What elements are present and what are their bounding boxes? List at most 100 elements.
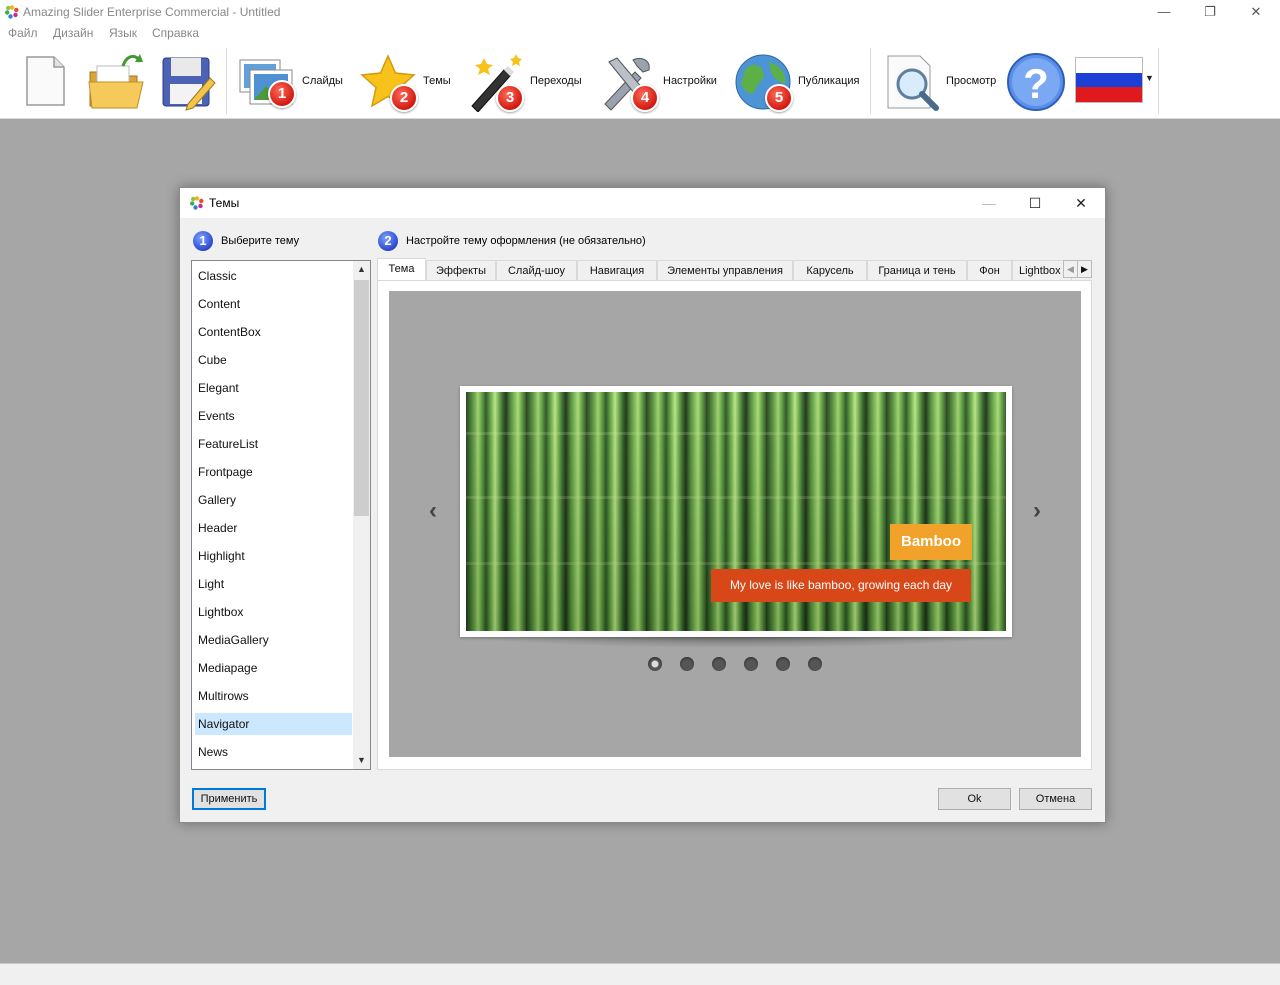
tab-border-shadow[interactable]: Граница и тень <box>867 260 967 281</box>
window-titlebar: Amazing Slider Enterprise Commercial - U… <box>0 0 1280 24</box>
app-logo-icon <box>5 5 19 19</box>
toolbar-separator <box>870 48 871 114</box>
step-badge-1: 1 <box>268 80 296 108</box>
minimize-button[interactable]: — <box>1141 0 1187 24</box>
themes-dialog: Темы — ☐ ✕ 1 Выберите тему 2 Настройте т… <box>179 187 1106 823</box>
dialog-close-button[interactable]: ✕ <box>1058 188 1104 218</box>
menu-help[interactable]: Справка <box>152 26 199 40</box>
menu-bar: Файл Дизайн Язык Справка <box>0 24 1280 42</box>
theme-list-item[interactable]: Elegant <box>195 377 352 399</box>
menu-language[interactable]: Язык <box>109 26 137 40</box>
ok-button[interactable]: Ok <box>938 788 1011 810</box>
apply-button[interactable]: Применить <box>192 788 266 810</box>
tab-controls[interactable]: Элементы управления <box>657 260 793 281</box>
tab-slideshow[interactable]: Слайд-шоу <box>496 260 577 281</box>
window-title: Amazing Slider Enterprise Commercial - U… <box>23 5 281 19</box>
scroll-down-arrow-icon[interactable]: ▼ <box>353 752 370 769</box>
slider-frame: Bamboo My love is like bamboo, growing e… <box>460 386 1012 637</box>
preview-button[interactable]: Просмотр <box>884 48 1000 114</box>
new-project-button[interactable] <box>22 48 70 114</box>
settings-button[interactable]: 4 Настройки <box>597 48 723 114</box>
tab-background[interactable]: Фон <box>967 260 1012 281</box>
theme-list[interactable]: Classic Content ContentBox Cube Elegant Event… <box>191 260 371 770</box>
theme-list-item[interactable]: Mediapage <box>195 657 352 679</box>
slider-bullet[interactable] <box>648 657 662 671</box>
slider-bullet[interactable] <box>712 657 726 671</box>
menu-design[interactable]: Дизайн <box>53 26 93 40</box>
theme-list-item[interactable]: News <box>195 741 352 763</box>
slider-preview-area: ‹ › Bamboo My love is like bamboo, growi… <box>389 291 1081 757</box>
tab-effects[interactable]: Эффекты <box>426 260 496 281</box>
slides-button[interactable]: 1 Слайды <box>236 48 346 114</box>
dialog-logo-icon <box>190 196 204 210</box>
step1-label: Выберите тему <box>221 235 300 247</box>
slide-caption-text: My love is like bamboo, growing each day <box>711 569 971 602</box>
theme-list-item[interactable]: Lightbox <box>195 601 352 623</box>
svg-text:?: ? <box>1023 60 1049 107</box>
open-folder-icon <box>88 54 144 109</box>
toolbar-separator <box>1158 48 1159 114</box>
slider-bullet[interactable] <box>744 657 758 671</box>
transitions-label: Переходы <box>530 75 582 87</box>
slider-bullet[interactable] <box>808 657 822 671</box>
open-project-button[interactable] <box>87 48 147 114</box>
theme-list-item[interactable]: Highlight <box>195 545 352 567</box>
preview-magnifier-icon <box>887 55 939 111</box>
themes-label: Темы <box>423 75 451 87</box>
help-button[interactable]: ? <box>1006 48 1066 114</box>
step-badge-3: 3 <box>496 84 524 112</box>
slider-shadow <box>469 636 1003 648</box>
theme-list-item[interactable]: Frontpage <box>195 461 352 483</box>
russian-flag-icon <box>1075 57 1143 103</box>
close-window-button[interactable]: ✕ <box>1233 0 1279 24</box>
cancel-button[interactable]: Отмена <box>1019 788 1092 810</box>
theme-list-item[interactable]: Header <box>195 517 352 539</box>
publish-button[interactable]: 5 Публикация <box>733 48 863 114</box>
theme-list-item[interactable]: ContentBox <box>195 321 352 343</box>
menu-file[interactable]: Файл <box>8 26 38 40</box>
theme-list-item[interactable]: Gallery <box>195 489 352 511</box>
theme-list-scrollbar[interactable]: ▲ ▼ <box>353 261 370 769</box>
theme-list-item[interactable]: FeatureList <box>195 433 352 455</box>
scroll-up-arrow-icon[interactable]: ▲ <box>353 261 370 278</box>
step2-label: Настройте тему оформления (не обязательн… <box>406 235 646 247</box>
theme-list-item[interactable]: Classic <box>195 265 352 287</box>
step2-number: 2 <box>378 231 398 251</box>
tab-carousel[interactable]: Карусель <box>793 260 867 281</box>
themes-button[interactable]: 2 Темы <box>356 48 456 114</box>
step-badge-4: 4 <box>631 84 659 112</box>
theme-list-item[interactable]: Events <box>195 405 352 427</box>
help-question-icon: ? <box>1007 53 1065 111</box>
tab-navigation[interactable]: Навигация <box>577 260 657 281</box>
scroll-thumb[interactable] <box>354 280 369 516</box>
slider-prev-arrow-icon[interactable]: ‹ <box>425 498 441 524</box>
dropdown-arrow-icon: ▼ <box>1145 73 1154 83</box>
slide-image-bamboo: Bamboo My love is like bamboo, growing e… <box>466 392 1006 631</box>
slide-caption-title: Bamboo <box>890 524 972 560</box>
tabs-scroll-left-icon[interactable]: ◀ <box>1063 260 1078 278</box>
publish-label: Публикация <box>798 75 860 87</box>
theme-list-item[interactable]: Cube <box>195 349 352 371</box>
theme-list-item[interactable]: Multirows <box>195 685 352 707</box>
preview-label: Просмотр <box>946 75 997 87</box>
slider-bullet[interactable] <box>680 657 694 671</box>
step-badge-2: 2 <box>390 84 418 112</box>
language-selector[interactable]: ▼ <box>1075 57 1157 105</box>
transitions-button[interactable]: 3 Переходы <box>464 48 588 114</box>
status-bar <box>0 963 1280 985</box>
dialog-minimize-button[interactable]: — <box>966 188 1012 218</box>
settings-tab-strip: Тема Эффекты Слайд-шоу Навигация Элемент… <box>377 258 1092 282</box>
tab-theme[interactable]: Тема <box>377 258 426 282</box>
dialog-maximize-button[interactable]: ☐ <box>1012 188 1058 218</box>
theme-list-item[interactable]: Navigator <box>195 713 352 735</box>
theme-list-item[interactable]: Content <box>195 293 352 315</box>
restore-button[interactable]: ❐ <box>1187 0 1233 24</box>
theme-list-item[interactable]: MediaGallery <box>195 629 352 651</box>
slides-label: Слайды <box>302 75 343 87</box>
theme-list-item[interactable]: Light <box>195 573 352 595</box>
step1-number: 1 <box>193 231 213 251</box>
save-project-button[interactable] <box>160 48 216 114</box>
slider-next-arrow-icon[interactable]: › <box>1029 498 1045 524</box>
slider-bullet[interactable] <box>776 657 790 671</box>
tabs-scroll-right-icon[interactable]: ▶ <box>1077 260 1092 278</box>
